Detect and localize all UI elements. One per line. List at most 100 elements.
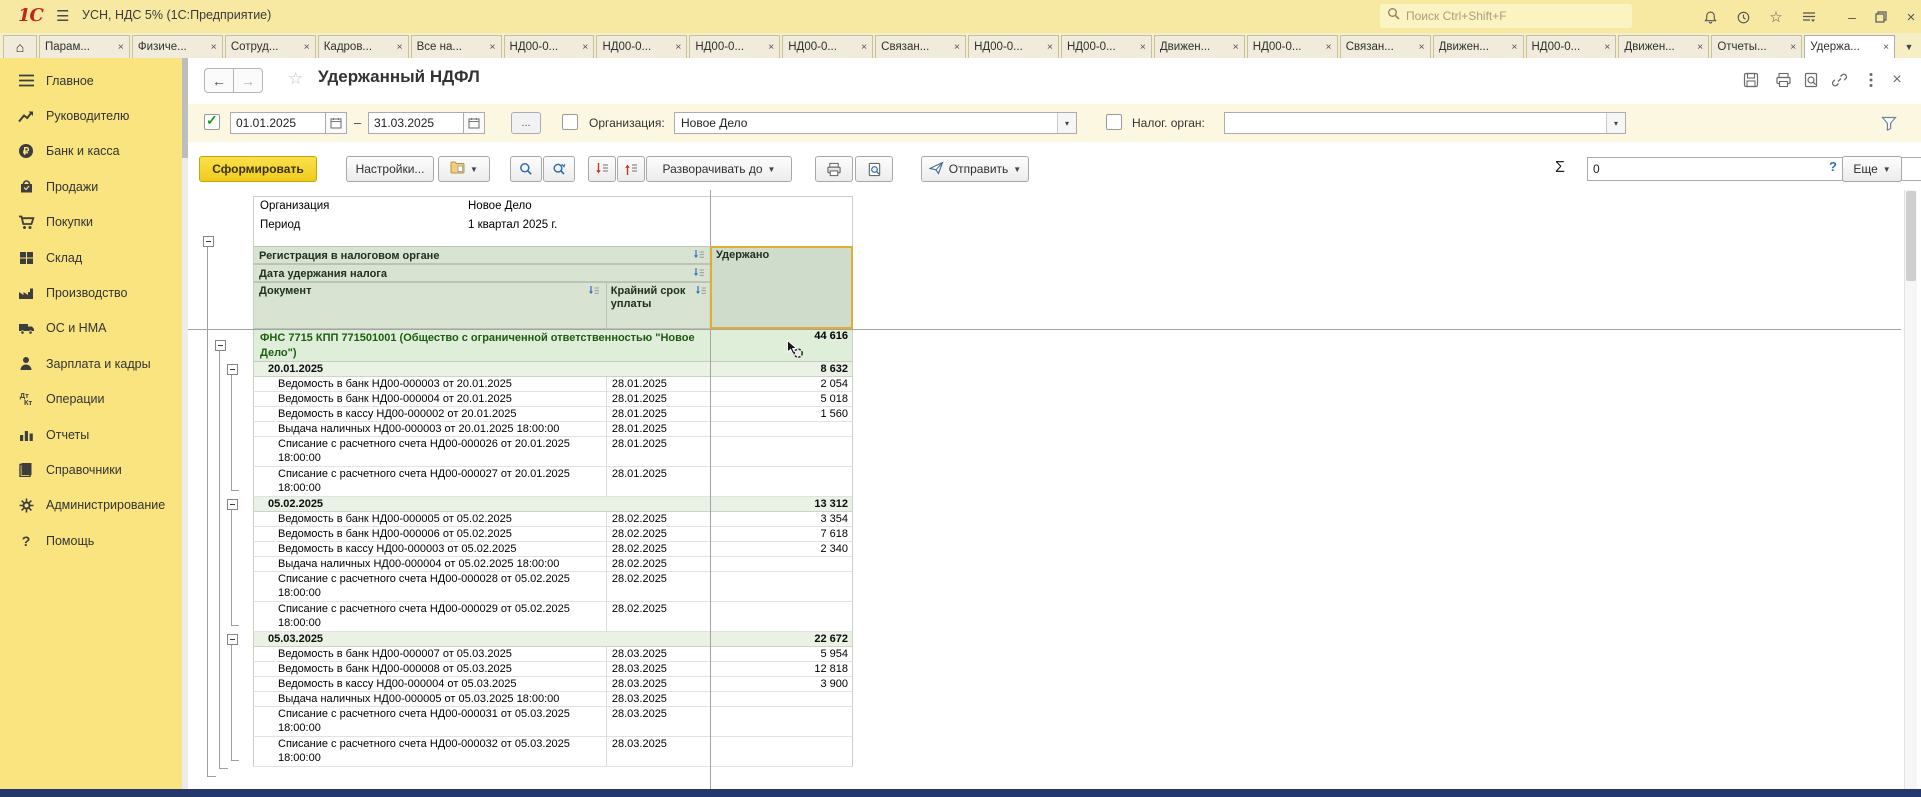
send-button[interactable]: Отправить▼ (921, 156, 1029, 182)
group-row[interactable]: 05.02.202513 312 (253, 497, 853, 512)
document-cell[interactable]: Списание с расчетного счета НД00-000028 … (254, 572, 607, 601)
deadline-cell[interactable]: 28.02.2025 (607, 512, 710, 526)
tab-close-icon[interactable]: × (396, 41, 402, 53)
more-menu-icon[interactable] (1860, 70, 1882, 90)
detail-row[interactable]: Ведомость в кассу НД00-000002 от 20.01.2… (253, 407, 853, 422)
sidebar-item-1[interactable]: Руководителю (0, 98, 182, 133)
sort-icon[interactable] (588, 285, 600, 299)
deadline-cell[interactable]: 28.03.2025 (607, 677, 710, 691)
deadline-cell[interactable]: 28.01.2025 (607, 392, 710, 406)
sidebar-item-10[interactable]: Отчеты (0, 417, 182, 452)
period-checkbox[interactable] (204, 114, 220, 130)
deadline-cell[interactable]: 28.01.2025 (607, 422, 710, 436)
sidebar-item-8[interactable]: Зарплата и кадры (0, 346, 182, 381)
deadline-cell[interactable]: 28.02.2025 (607, 602, 710, 631)
tab-close-icon[interactable]: × (954, 41, 960, 53)
preview-icon[interactable] (1800, 70, 1822, 90)
sidebar-item-4[interactable]: Покупки (0, 205, 182, 240)
scrollbar-thumb[interactable] (1906, 191, 1916, 281)
sum-cell[interactable] (710, 707, 852, 736)
sidebar-item-5[interactable]: Склад (0, 240, 182, 275)
document-cell[interactable]: Ведомость в банк НД00-000005 от 05.02.20… (254, 512, 607, 526)
withheld-column-header[interactable]: Удержано (710, 246, 853, 329)
favorites-icon[interactable]: ☆ (1766, 8, 1786, 26)
sum-cell[interactable]: 3 900 (710, 677, 852, 691)
detail-row[interactable]: Ведомость в банк НД00-000003 от 20.01.20… (253, 377, 853, 392)
more-actions-button[interactable]: Еще▼ (1842, 156, 1902, 182)
group-date-cell[interactable]: 20.01.2025 (254, 362, 709, 376)
detail-row[interactable]: Списание с расчетного счета НД00-000032 … (253, 737, 853, 767)
collapse-toggle[interactable] (227, 499, 238, 510)
detail-row[interactable]: Списание с расчетного счета НД00-000029 … (253, 602, 853, 632)
sum-cell[interactable]: 12 818 (710, 662, 852, 676)
detail-row[interactable]: Ведомость в банк НД00-000006 от 05.02.20… (253, 527, 853, 542)
tab-16[interactable]: НД00-0...× (1526, 35, 1617, 58)
document-cell[interactable]: Ведомость в банк НД00-000003 от 20.01.20… (254, 377, 607, 391)
date-to-input[interactable]: 31.03.2025 (368, 112, 464, 134)
info-row[interactable]: Период1 квартал 2025 г. (253, 216, 853, 236)
collapse-groups-button[interactable] (588, 156, 616, 182)
tab-11[interactable]: НД00-0...× (1061, 35, 1152, 58)
minimize-icon[interactable]: – (1842, 8, 1862, 26)
document-cell[interactable]: Ведомость в банк НД00-000008 от 05.03.20… (254, 662, 607, 676)
sum-cell[interactable] (710, 572, 852, 601)
group-date-cell[interactable]: 05.02.2025 (254, 497, 709, 511)
group-date-cell[interactable]: 05.03.2025 (254, 632, 709, 646)
tab-13[interactable]: НД00-0...× (1247, 35, 1338, 58)
expand-groups-button[interactable] (617, 156, 645, 182)
deadline-cell[interactable]: 28.03.2025 (607, 647, 710, 661)
sum-cell[interactable]: 5 954 (710, 647, 852, 661)
detail-row[interactable]: Списание с расчетного счета НД00-000027 … (253, 467, 853, 497)
favorite-star-icon[interactable]: ☆ (288, 69, 303, 89)
detail-row[interactable]: Списание с расчетного счета НД00-000028 … (253, 572, 853, 602)
document-cell[interactable]: Ведомость в банк НД00-000006 от 05.02.20… (254, 527, 607, 541)
vertical-scrollbar[interactable] (1904, 190, 1917, 789)
document-cell[interactable]: Ведомость в банк НД00-000004 от 20.01.20… (254, 392, 607, 406)
print-button[interactable] (815, 156, 853, 182)
sum-cell[interactable] (710, 602, 852, 631)
tab-close-icon[interactable]: × (1511, 41, 1517, 53)
collapse-toggle[interactable] (215, 340, 226, 351)
deadline-cell[interactable]: 28.03.2025 (607, 737, 710, 766)
settings-button[interactable]: Настройки... (346, 156, 434, 182)
tab-9[interactable]: Связан...× (875, 35, 966, 58)
tab-4[interactable]: Все на...× (411, 35, 502, 58)
detail-row[interactable]: Списание с расчетного счета НД00-000031 … (253, 707, 853, 737)
document-cell[interactable]: Выдача наличных НД00-000004 от 05.02.202… (254, 557, 607, 571)
tab-15[interactable]: Движен...× (1433, 35, 1524, 58)
tab-close-icon[interactable]: × (1326, 41, 1332, 53)
deadline-cell[interactable]: 28.03.2025 (607, 662, 710, 676)
tab-close-icon[interactable]: × (211, 41, 217, 53)
detail-row[interactable]: Ведомость в банк НД00-000004 от 20.01.20… (253, 392, 853, 407)
tab-close-icon[interactable]: × (1233, 41, 1239, 53)
tab-close-icon[interactable]: × (582, 41, 588, 53)
sum-cell[interactable] (710, 557, 852, 571)
detail-row[interactable]: Ведомость в банк НД00-000008 от 05.03.20… (253, 662, 853, 677)
forward-button[interactable]: → (233, 68, 263, 93)
link-icon[interactable] (1828, 70, 1850, 90)
expand-to-button[interactable]: Разворачивать до▼ (646, 156, 792, 182)
tab-17[interactable]: Движен...× (1618, 35, 1709, 58)
print-icon[interactable] (1772, 70, 1794, 90)
group-row[interactable]: 20.01.20258 632 (253, 362, 853, 377)
home-tab[interactable]: ⌂ (3, 35, 37, 58)
close-report-icon[interactable]: × (1886, 70, 1908, 90)
document-cell[interactable]: Выдача наличных НД00-000003 от 20.01.202… (254, 422, 607, 436)
deadline-cell[interactable]: 28.01.2025 (607, 437, 710, 466)
print-preview-button[interactable] (855, 156, 893, 182)
tab-3[interactable]: Кадров...× (318, 35, 409, 58)
tab-19[interactable]: Удержа...× (1804, 35, 1895, 58)
service-menu-icon[interactable] (1799, 8, 1819, 26)
tab-10[interactable]: НД00-0...× (968, 35, 1059, 58)
document-cell[interactable]: Ведомость в кассу НД00-000002 от 20.01.2… (254, 407, 607, 421)
detail-row[interactable]: Выдача наличных НД00-000005 от 05.03.202… (253, 692, 853, 707)
tab-close-icon[interactable]: × (1697, 41, 1703, 53)
tab-close-icon[interactable]: × (304, 41, 310, 53)
info-row[interactable]: ОрганизацияНовое Дело (253, 196, 853, 216)
sum-cell[interactable] (710, 422, 852, 436)
sum-cell[interactable]: 7 618 (710, 527, 852, 541)
organization-checkbox[interactable] (562, 114, 578, 130)
detail-row[interactable]: Списание с расчетного счета НД00-000026 … (253, 437, 853, 467)
date-from-input[interactable]: 01.01.2025 (230, 112, 326, 134)
chevron-down-icon[interactable]: ▾ (1606, 113, 1625, 133)
